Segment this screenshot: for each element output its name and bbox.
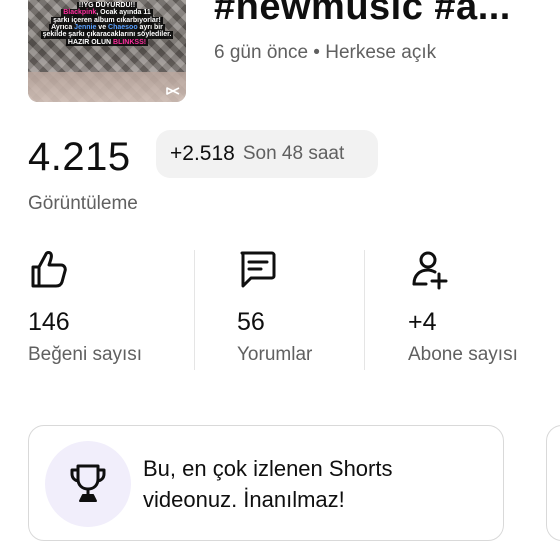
likes-label: Beğeni sayısı bbox=[28, 344, 143, 365]
stat-subscribers[interactable]: +4 Abone sayısı bbox=[408, 248, 548, 370]
next-insight-card[interactable] bbox=[546, 425, 560, 541]
views-count: 4.215 bbox=[28, 135, 131, 179]
subscribers-count: +4 bbox=[408, 308, 437, 336]
thumbnail-caption-line: şarkı içeren album cıkarbıyorlar! bbox=[51, 16, 163, 25]
insight-card[interactable]: Bu, en çok izlenen Shorts videonuz. İnan… bbox=[28, 425, 504, 541]
subscribers-label: Abone sayısı bbox=[408, 344, 518, 365]
video-meta: 6 gün önce • Herkese açık bbox=[214, 42, 437, 63]
stat-divider bbox=[364, 250, 365, 370]
stat-likes[interactable]: 146 Beğeni sayısı bbox=[28, 248, 188, 370]
thumbnail-caption-line: HAZIR OLUN BLINKSS! bbox=[65, 38, 149, 47]
thumbnail-caption-line: Ayrıca Jennie ve Chaesoo ayrı bir bbox=[49, 24, 165, 32]
views-growth-chip: +2.518 Son 48 saat bbox=[156, 130, 378, 178]
likes-count: 146 bbox=[28, 308, 70, 336]
add-subscriber-icon bbox=[412, 251, 448, 290]
insight-text: Bu, en çok izlenen Shorts videonuz. İnan… bbox=[143, 456, 393, 512]
thumbs-up-icon bbox=[31, 251, 67, 288]
video-title[interactable]: #newmusic #a... bbox=[214, 0, 544, 29]
insight-icon-badge bbox=[45, 441, 131, 527]
thumbnail-caption-line: Blackpink, Ocak ayında 11 bbox=[61, 9, 153, 17]
comments-count: 56 bbox=[237, 308, 265, 336]
thumbnail-caption-line: !!YG DUYURDU!! bbox=[76, 2, 138, 10]
video-thumbnail[interactable]: !!YG DUYURDU!! Blackpink, Ocak ayında 11… bbox=[28, 0, 186, 102]
thumbnail-caption: !!YG DUYURDU!! Blackpink, Ocak ayında 11… bbox=[34, 2, 180, 47]
capcut-logo-icon bbox=[166, 87, 180, 95]
views-growth-period: Son 48 saat bbox=[242, 143, 345, 164]
comments-label: Yorumlar bbox=[237, 344, 313, 365]
stat-comments[interactable]: 56 Yorumlar bbox=[237, 248, 357, 370]
comment-icon bbox=[240, 251, 276, 288]
views-label: Görüntüleme bbox=[28, 193, 138, 214]
thumbnail-caption-line: şekilde şarkı çıkaracaklarını söylediler… bbox=[40, 31, 174, 39]
stat-divider bbox=[194, 250, 195, 370]
views-growth-value: +2.518 bbox=[170, 142, 235, 165]
thumbnail-image-detail bbox=[28, 72, 186, 102]
trophy-icon bbox=[70, 464, 106, 502]
